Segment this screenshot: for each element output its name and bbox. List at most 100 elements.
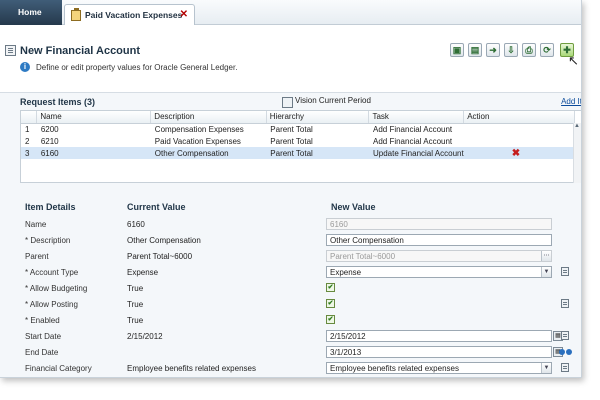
cell-action [464, 135, 575, 147]
column-header-hierarchy[interactable]: Hierarchy [266, 111, 370, 124]
cursor-icon: ↖ [568, 53, 579, 68]
cell-description: Other Compensation [154, 148, 229, 158]
application-window: Home Paid Vacation Expenses ✕ New Financ… [0, 0, 582, 378]
end-date-value: 3/1/2013 [330, 348, 362, 357]
cell-task: Add Financial Account [372, 136, 453, 146]
label-description: * Description [25, 236, 71, 245]
notes-icon[interactable] [561, 331, 569, 340]
print-icon[interactable]: ⎙ [522, 43, 536, 57]
current-enabled: True [127, 316, 144, 325]
tab-label: Paid Vacation Expenses [85, 10, 183, 20]
tab-paid-vacation-expenses[interactable]: Paid Vacation Expenses ✕ [64, 4, 195, 25]
add-link[interactable]: Add It [561, 97, 581, 106]
notes-icon[interactable] [561, 363, 569, 372]
cell-hierarchy: Parent Total [270, 136, 313, 146]
column-header-description[interactable]: Description [150, 111, 267, 124]
current-allow-posting: True [127, 300, 144, 309]
table-row[interactable]: 1 6200 Compensation Expenses Parent Tota… [21, 123, 575, 135]
name-field: 6160 [326, 218, 552, 230]
parent-value: Parent Total~6000 [330, 252, 396, 261]
column-header-name[interactable]: Name [36, 111, 152, 124]
request-items-bar: Request Items (3) Vision Current Period … [20, 96, 581, 110]
page-title: New Financial Account [20, 45, 141, 57]
tab-home[interactable]: Home [0, 0, 62, 25]
table-header-row: Name Description Hierarchy Task Action [21, 111, 575, 124]
label-allow-budgeting: * Allow Budgeting [25, 284, 88, 293]
export-icon[interactable]: ⇩ [504, 43, 518, 57]
new-value-heading: New Value [331, 202, 376, 212]
excel-icon[interactable]: ▤ [468, 43, 482, 57]
allow-budgeting-checkbox[interactable]: ✔ [326, 283, 335, 292]
cell-task: Update Financial Account [372, 148, 464, 158]
cell-hierarchy: Parent Total [270, 148, 313, 158]
current-allow-budgeting: True [127, 284, 144, 293]
status-indicator-icon [559, 348, 573, 356]
cell-name: 6200 [40, 124, 59, 134]
lookup-icon[interactable]: ⋯ [541, 251, 551, 261]
request-items-title: Request Items (3) [20, 97, 96, 107]
cell-action [464, 123, 575, 135]
info-icon: i [20, 62, 30, 72]
cell-action: ✖ [464, 147, 575, 159]
info-text: Define or edit property values for Oracl… [36, 63, 238, 72]
cell-description: Compensation Expenses [154, 124, 244, 134]
save-icon[interactable]: ▣ [450, 43, 464, 57]
scroll-up-icon[interactable]: ▲ [573, 123, 581, 131]
request-items-table: Name Description Hierarchy Task Action 1… [20, 110, 581, 183]
document-icon [71, 8, 81, 21]
start-date-field[interactable]: 2/15/2012 ▦ [326, 330, 563, 342]
close-icon[interactable]: ✕ [180, 5, 188, 25]
current-name: 6160 [127, 220, 145, 229]
notes-icon[interactable] [561, 299, 569, 308]
vertical-scrollbar[interactable] [573, 123, 581, 183]
end-date-field[interactable]: 3/1/2013 ▦ [326, 346, 563, 358]
toolbar: ▣ ▤ ➜ ⇩ ⎙ ⟳ ✚ [450, 43, 581, 63]
cell-description: Paid Vacation Expenses [154, 136, 241, 146]
table-row-selected[interactable]: 3 6160 Other Compensation Parent Total U… [21, 147, 575, 159]
parent-field: Parent Total~6000 ⋯ [326, 250, 552, 262]
label-allow-posting: * Allow Posting [25, 300, 78, 309]
chevron-down-icon[interactable]: ▼ [541, 363, 551, 373]
cell-task: Add Financial Account [372, 124, 453, 134]
label-financial-category: Financial Category [25, 364, 92, 373]
description-field[interactable]: Other Compensation [326, 234, 552, 246]
enabled-checkbox[interactable]: ✔ [326, 315, 335, 324]
row-number: 1 [25, 124, 30, 134]
notes-icon[interactable] [561, 267, 569, 276]
label-name: Name [25, 220, 47, 229]
cell-hierarchy: Parent Total [270, 124, 313, 134]
submit-icon[interactable]: ➜ [486, 43, 500, 57]
label-enabled: * Enabled [25, 316, 60, 325]
current-parent: Parent Total~6000 [127, 252, 193, 261]
financial-category-value: Employee benefits related expenses [330, 364, 459, 373]
label-account-type: * Account Type [25, 268, 79, 277]
current-account-type: Expense [127, 268, 159, 277]
table-row[interactable]: 2 6210 Paid Vacation Expenses Parent Tot… [21, 135, 575, 147]
allow-posting-checkbox[interactable]: ✔ [326, 299, 335, 308]
label-end-date: End Date [25, 348, 59, 357]
chevron-down-icon[interactable]: ▼ [541, 267, 551, 277]
column-header-action[interactable]: Action [463, 111, 575, 124]
column-header-task[interactable]: Task [368, 111, 465, 124]
current-financial-category: Employee benefits related expenses [127, 364, 256, 373]
current-value-heading: Current Value [127, 202, 186, 212]
start-date-value: 2/15/2012 [330, 332, 366, 341]
financial-category-select[interactable]: Employee benefits related expenses ▼ [326, 362, 552, 374]
refresh-icon[interactable]: ⟳ [540, 43, 554, 57]
delete-icon[interactable]: ✖ [512, 148, 520, 159]
tab-bar: Home Paid Vacation Expenses ✕ [0, 0, 581, 25]
cell-name: 6160 [40, 148, 59, 158]
label-start-date: Start Date [25, 332, 62, 341]
current-start-date: 2/15/2012 [127, 332, 163, 341]
row-number: 2 [25, 136, 30, 146]
row-number-header [21, 111, 38, 124]
account-type-value: Expense [330, 268, 362, 277]
document-icon [5, 45, 16, 56]
item-details-heading: Item Details [25, 202, 76, 212]
item-details-panel: Item Details Current Value New Value Nam… [20, 198, 581, 377]
account-type-select[interactable]: Expense ▼ [326, 266, 552, 278]
current-description: Other Compensation [127, 236, 201, 245]
vision-current-period[interactable]: Vision Current Period [282, 96, 371, 108]
row-number: 3 [25, 148, 30, 158]
cell-name: 6210 [40, 136, 59, 146]
